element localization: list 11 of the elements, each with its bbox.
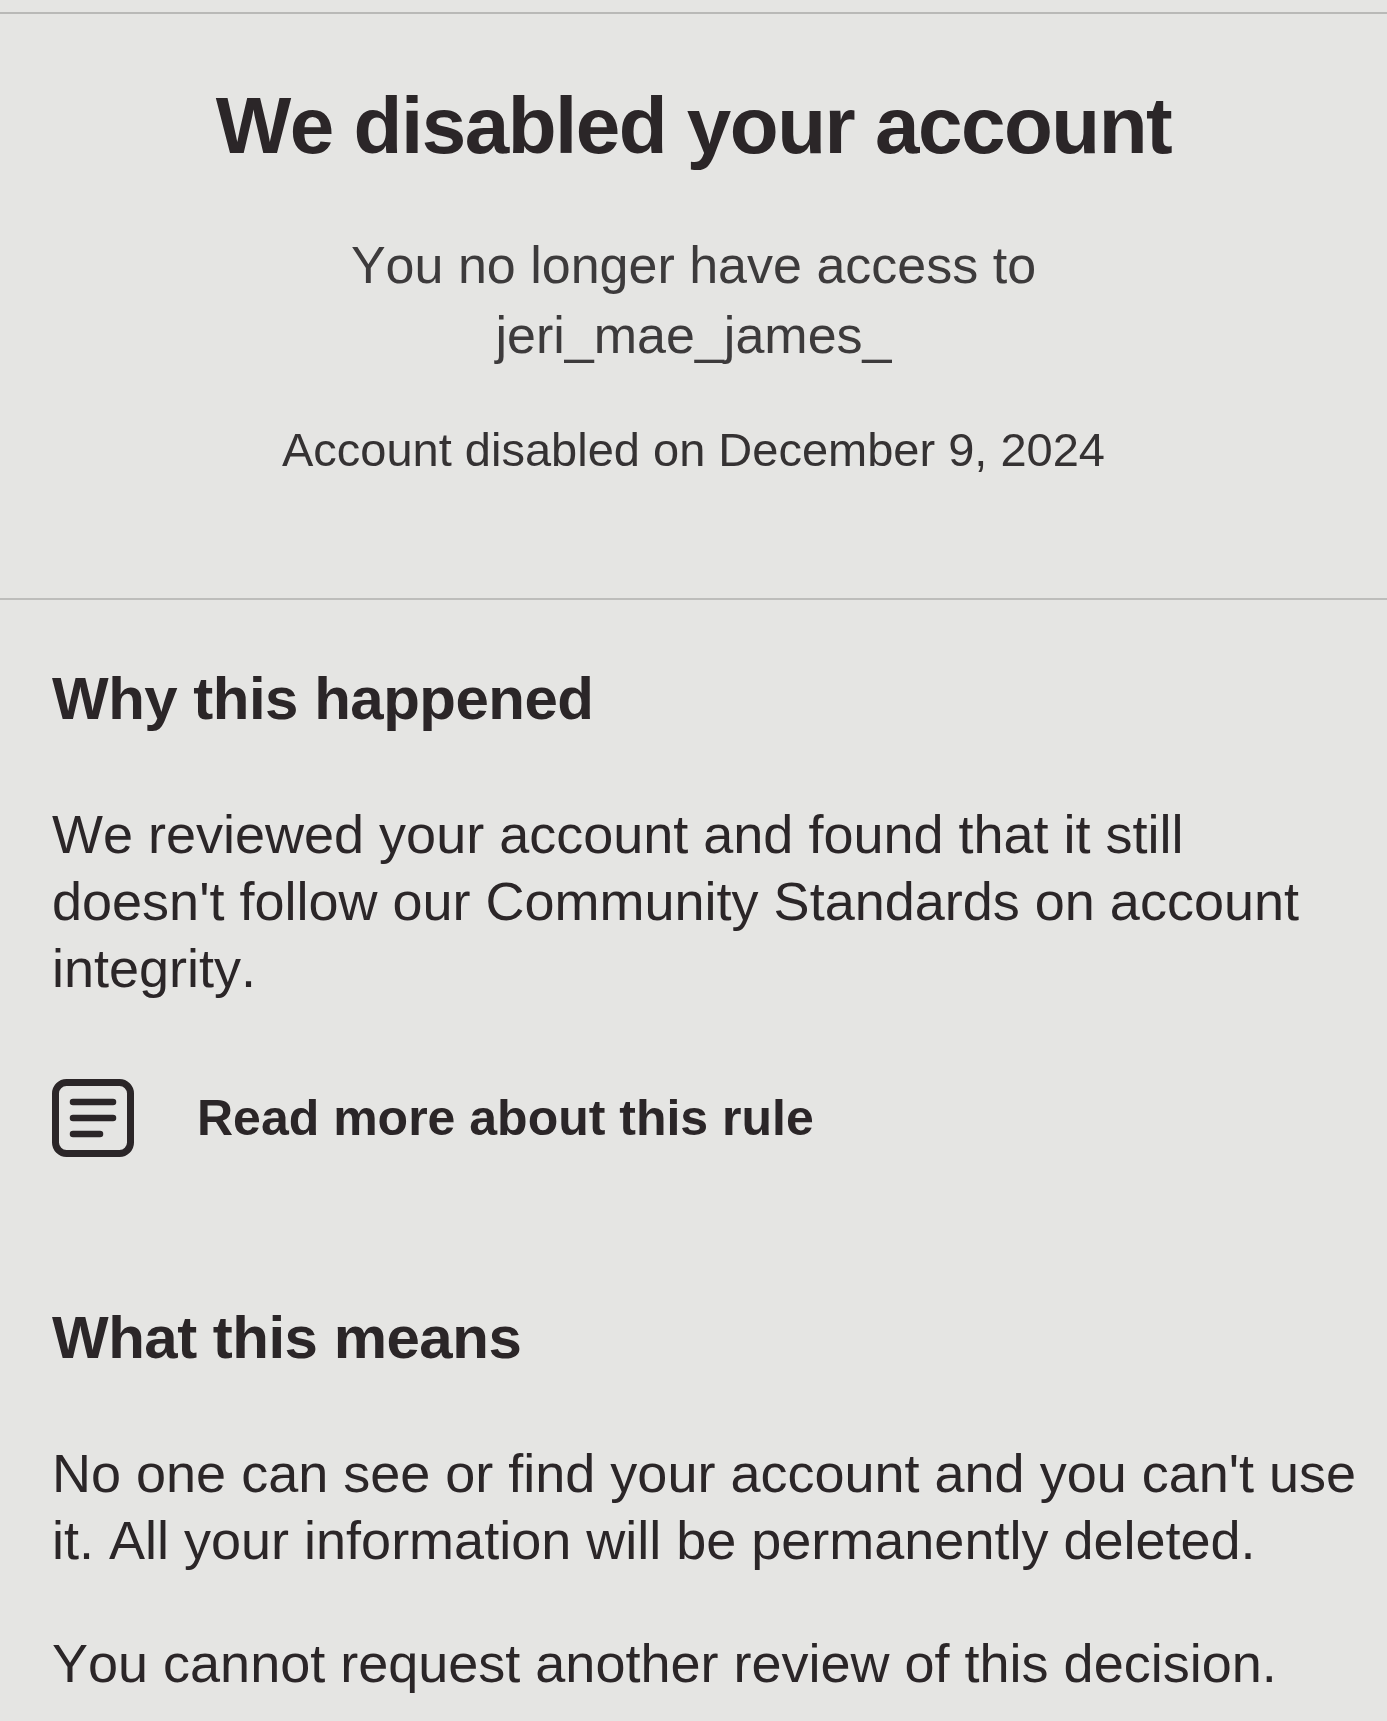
section-heading: What this means [52,1303,522,1373]
access-message: You no longer have access to [350,235,1037,296]
section-paragraph: No one can see or find your account and you can't use it. All your information will be permanently deleted. [52,1442,1358,1572]
section-paragraph: We reviewed your account and found that it still doesn't follow our Community Standards on account integrity. [52,803,1300,1000]
read-more-link[interactable]: Read more about this rule [52,1079,814,1157]
page-title: We disabled your account [215,80,1172,172]
document-icon [52,1079,134,1157]
section-paragraph: You cannot request another review of this decision. [52,1632,1277,1695]
username: jeri_mae_james_ [495,305,892,366]
disabled-date: Account disabled on December 9, 2024 [282,422,1105,478]
section-heading: Why this happened [52,664,594,734]
